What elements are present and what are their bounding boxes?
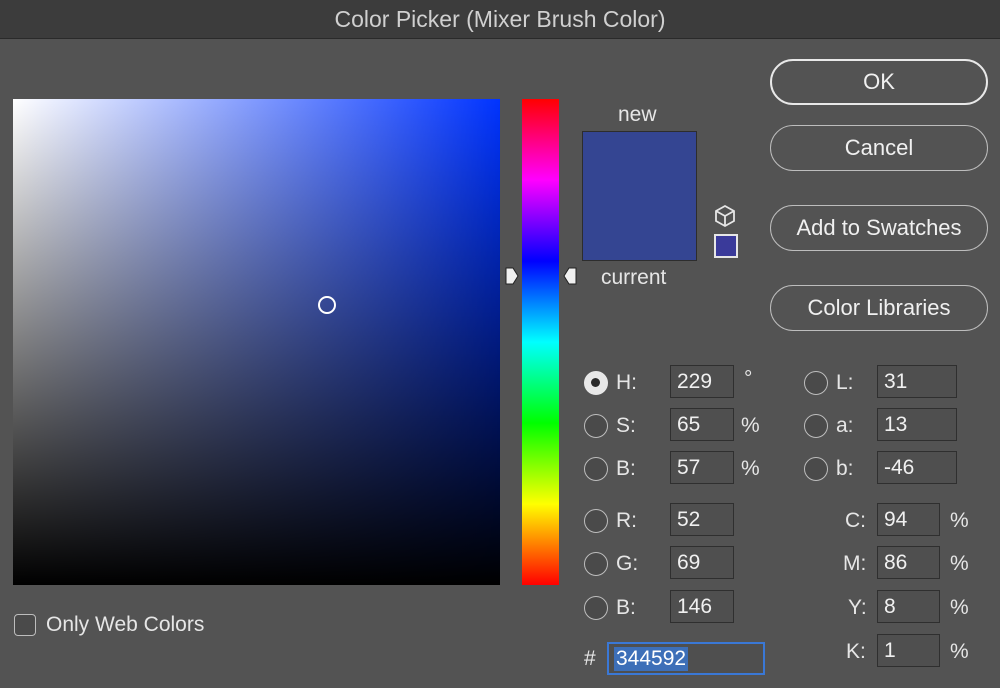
lab-a-radio[interactable]	[804, 414, 828, 438]
hue-slider[interactable]	[522, 99, 559, 585]
color-libraries-button[interactable]: Color Libraries	[770, 285, 988, 331]
hue-slider-right-handle[interactable]	[563, 267, 577, 285]
magenta-label: M:	[843, 552, 867, 575]
add-to-swatches-button[interactable]: Add to Swatches	[770, 205, 988, 251]
black-input[interactable]: 1	[877, 634, 940, 667]
color-field[interactable]	[13, 99, 500, 585]
cancel-button[interactable]: Cancel	[770, 125, 988, 171]
yellow-label: Y:	[848, 596, 867, 619]
green-input[interactable]: 69	[670, 546, 734, 579]
new-color-swatch	[582, 131, 697, 196]
red-label: R:	[616, 509, 637, 532]
lightness-radio[interactable]	[804, 371, 828, 395]
green-radio[interactable]	[584, 552, 608, 576]
hex-label: #	[584, 647, 596, 670]
hue-input[interactable]: 229	[670, 365, 734, 398]
hex-input-selected-text: 344592	[614, 646, 689, 671]
lab-a-label: a:	[836, 414, 854, 437]
web-safe-color-swatch[interactable]	[714, 234, 738, 258]
yellow-unit: %	[950, 596, 969, 619]
brightness-radio[interactable]	[584, 457, 608, 481]
window-title: Color Picker (Mixer Brush Color)	[334, 5, 666, 32]
cyan-unit: %	[950, 509, 969, 532]
only-web-colors-checkbox[interactable]	[14, 614, 36, 636]
brightness-input[interactable]: 57	[670, 451, 734, 484]
lab-a-input[interactable]: 13	[877, 408, 957, 441]
hue-radio[interactable]	[584, 371, 608, 395]
cyan-label: C:	[845, 509, 866, 532]
cyan-input[interactable]: 94	[877, 503, 940, 536]
hue-label: H:	[616, 371, 637, 394]
blue-label: B:	[616, 596, 636, 619]
hue-slider-left-handle[interactable]	[505, 267, 519, 285]
lightness-label: L:	[836, 371, 854, 394]
magenta-input[interactable]: 86	[877, 546, 940, 579]
hue-unit: °	[744, 367, 753, 390]
red-input[interactable]: 52	[670, 503, 734, 536]
saturation-radio[interactable]	[584, 414, 608, 438]
color-field-marker[interactable]	[318, 296, 336, 314]
current-color-label: current	[601, 266, 667, 289]
yellow-input[interactable]: 8	[877, 590, 940, 623]
new-color-label: new	[618, 103, 657, 126]
only-web-colors-label: Only Web Colors	[46, 613, 205, 636]
saturation-label: S:	[616, 414, 636, 437]
ok-button[interactable]: OK	[770, 59, 988, 105]
saturation-unit: %	[741, 414, 760, 437]
blue-radio[interactable]	[584, 596, 608, 620]
black-label: K:	[846, 640, 866, 663]
lab-b-input[interactable]: -46	[877, 451, 957, 484]
magenta-unit: %	[950, 552, 969, 575]
black-unit: %	[950, 640, 969, 663]
cube-icon[interactable]	[713, 204, 737, 228]
brightness-unit: %	[741, 457, 760, 480]
brightness-label: B:	[616, 457, 636, 480]
title-bar: Color Picker (Mixer Brush Color)	[0, 0, 1000, 39]
lab-b-label: b:	[836, 457, 854, 480]
current-color-swatch[interactable]	[582, 196, 697, 261]
lightness-input[interactable]: 31	[877, 365, 957, 398]
lab-b-radio[interactable]	[804, 457, 828, 481]
saturation-input[interactable]: 65	[670, 408, 734, 441]
red-radio[interactable]	[584, 509, 608, 533]
green-label: G:	[616, 552, 639, 575]
hex-input[interactable]: 344592	[607, 642, 765, 675]
blue-input[interactable]: 146	[670, 590, 734, 623]
